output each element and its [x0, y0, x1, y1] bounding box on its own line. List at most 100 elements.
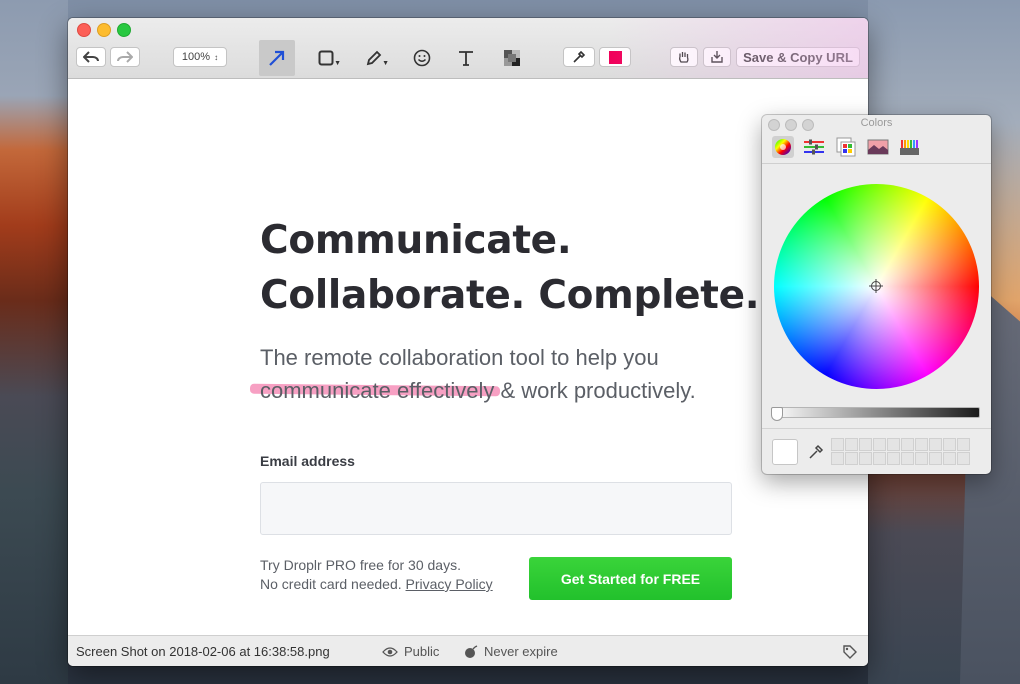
download-icon	[711, 51, 723, 63]
hand-tool-icon	[679, 52, 689, 63]
redo-button[interactable]	[110, 47, 140, 67]
swatch-slot[interactable]	[929, 452, 942, 465]
filename-text: Screen Shot on 2018-02-06 at 16:38:58.pn…	[76, 644, 330, 659]
window-minimize-button[interactable]	[97, 23, 111, 37]
emoji-tool[interactable]	[404, 40, 440, 76]
swatch-slot[interactable]	[831, 452, 844, 465]
trial-line-2-text: No credit card needed.	[260, 576, 406, 592]
palettes-icon	[836, 137, 856, 157]
swatch-slot[interactable]	[873, 438, 886, 451]
expiry-text: Never expire	[484, 644, 558, 659]
colors-panel: Colors	[762, 115, 991, 474]
page-title: Communicate. Collaborate. Complete.	[260, 213, 780, 323]
subtitle-line-1: The remote collaboration tool to help yo…	[260, 345, 659, 370]
swatch-slot[interactable]	[943, 452, 956, 465]
swatch-slot[interactable]	[887, 438, 900, 451]
colors-tabs	[762, 133, 991, 164]
swatch-slot[interactable]	[915, 438, 928, 451]
undo-icon	[83, 51, 99, 63]
eyedropper-button[interactable]	[563, 47, 595, 67]
caret-down-icon: ▼	[382, 60, 389, 67]
color-wheel[interactable]	[774, 184, 979, 389]
headline-line-2: Collaborate. Complete.	[260, 273, 760, 318]
trial-line-1: Try Droplr PRO free for 30 days.	[260, 557, 461, 573]
color-swatch-button[interactable]	[599, 47, 631, 67]
window-close-button[interactable]	[77, 23, 91, 37]
swatch-slot[interactable]	[845, 438, 858, 451]
chevron-updown-icon: ↕	[214, 52, 219, 62]
crosshair-icon	[869, 279, 883, 293]
panel-title: Colors	[860, 117, 893, 129]
window-zoom-button[interactable]	[117, 23, 131, 37]
emoji-tool-icon	[413, 49, 431, 67]
eyedropper-icon[interactable]	[807, 443, 825, 461]
swatch-slot[interactable]	[929, 438, 942, 451]
eyedropper-icon	[573, 50, 586, 63]
text-tool-icon	[459, 51, 473, 66]
expiry-toggle[interactable]: Never expire	[464, 644, 558, 659]
desktop-background-left	[0, 0, 68, 684]
text-tool[interactable]	[448, 40, 484, 76]
swatch-slot[interactable]	[859, 438, 872, 451]
privacy-policy-link[interactable]: Privacy Policy	[406, 576, 493, 592]
swatch-slot[interactable]	[915, 452, 928, 465]
image-palette-icon	[867, 139, 889, 155]
swatch-slot[interactable]	[873, 452, 886, 465]
download-button[interactable]	[703, 47, 731, 67]
color-wheel-icon	[775, 139, 791, 155]
tab-color-palettes[interactable]	[835, 136, 857, 158]
eye-icon	[382, 646, 398, 657]
pen-tool-icon	[366, 50, 382, 66]
swatch-slot[interactable]	[901, 452, 914, 465]
swatch-slot[interactable]	[901, 438, 914, 451]
email-label: Email address	[260, 453, 355, 469]
rectangle-tool-icon	[318, 50, 334, 66]
zoom-value: 100%	[181, 51, 211, 63]
swatch-slot[interactable]	[943, 438, 956, 451]
visibility-toggle[interactable]: Public	[382, 644, 439, 659]
swatch-grid[interactable]	[831, 438, 970, 466]
tab-image-palettes[interactable]	[867, 136, 889, 158]
sliders-icon	[804, 139, 824, 155]
crayons-icon	[900, 140, 919, 155]
tag-button[interactable]	[842, 644, 858, 660]
visibility-text: Public	[404, 644, 440, 659]
hand-tool-button[interactable]	[670, 47, 698, 67]
droplr-window: 100% ↕ ▼ ▼ Save & Copy URL Communicate. …	[68, 18, 868, 666]
tab-color-wheel[interactable]	[772, 136, 794, 158]
swatch-slot[interactable]	[859, 452, 872, 465]
arrow-tool-icon	[269, 50, 285, 66]
pixelate-tool-icon	[504, 50, 520, 66]
swatch-slot[interactable]	[887, 452, 900, 465]
save-copy-url-button[interactable]: Save & Copy URL	[736, 47, 860, 67]
undo-button[interactable]	[76, 47, 106, 67]
tab-color-sliders[interactable]	[803, 136, 825, 158]
trial-text: Try Droplr PRO free for 30 days. No cred…	[260, 556, 493, 594]
zoom-select[interactable]: 100% ↕	[173, 47, 227, 67]
email-field[interactable]	[260, 482, 732, 535]
arrow-tool[interactable]	[259, 40, 295, 76]
subtitle: The remote collaboration tool to help yo…	[260, 341, 780, 407]
pen-tool[interactable]: ▼	[356, 40, 392, 76]
current-color-swatch[interactable]	[772, 439, 798, 465]
toolbar: 100% ↕ ▼ ▼ Save & Copy URL	[68, 18, 868, 79]
tab-crayons[interactable]	[899, 136, 921, 158]
trial-line-2: No credit card needed. Privacy Policy	[260, 575, 493, 594]
screenshot-canvas[interactable]: Communicate. Collaborate. Complete. The …	[68, 79, 868, 634]
brightness-slider-handle[interactable]	[771, 407, 783, 421]
brightness-slider[interactable]	[772, 407, 980, 418]
panel-divider	[762, 428, 991, 429]
swatch-slot[interactable]	[831, 438, 844, 451]
subtitle-line-2: communicate effectively & work productiv…	[260, 378, 696, 403]
tag-icon	[843, 645, 857, 659]
filename: Screen Shot on 2018-02-06 at 16:38:58.pn…	[76, 644, 330, 659]
swatch-slot[interactable]	[957, 438, 970, 451]
get-started-button[interactable]: Get Started for FREE	[529, 557, 732, 600]
caret-down-icon: ▼	[334, 60, 341, 67]
rectangle-tool[interactable]: ▼	[308, 40, 344, 76]
color-swatch	[608, 50, 622, 64]
swatch-slot[interactable]	[845, 452, 858, 465]
status-bar: Screen Shot on 2018-02-06 at 16:38:58.pn…	[68, 635, 868, 666]
pixelate-tool[interactable]	[494, 40, 530, 76]
swatch-slot[interactable]	[957, 452, 970, 465]
